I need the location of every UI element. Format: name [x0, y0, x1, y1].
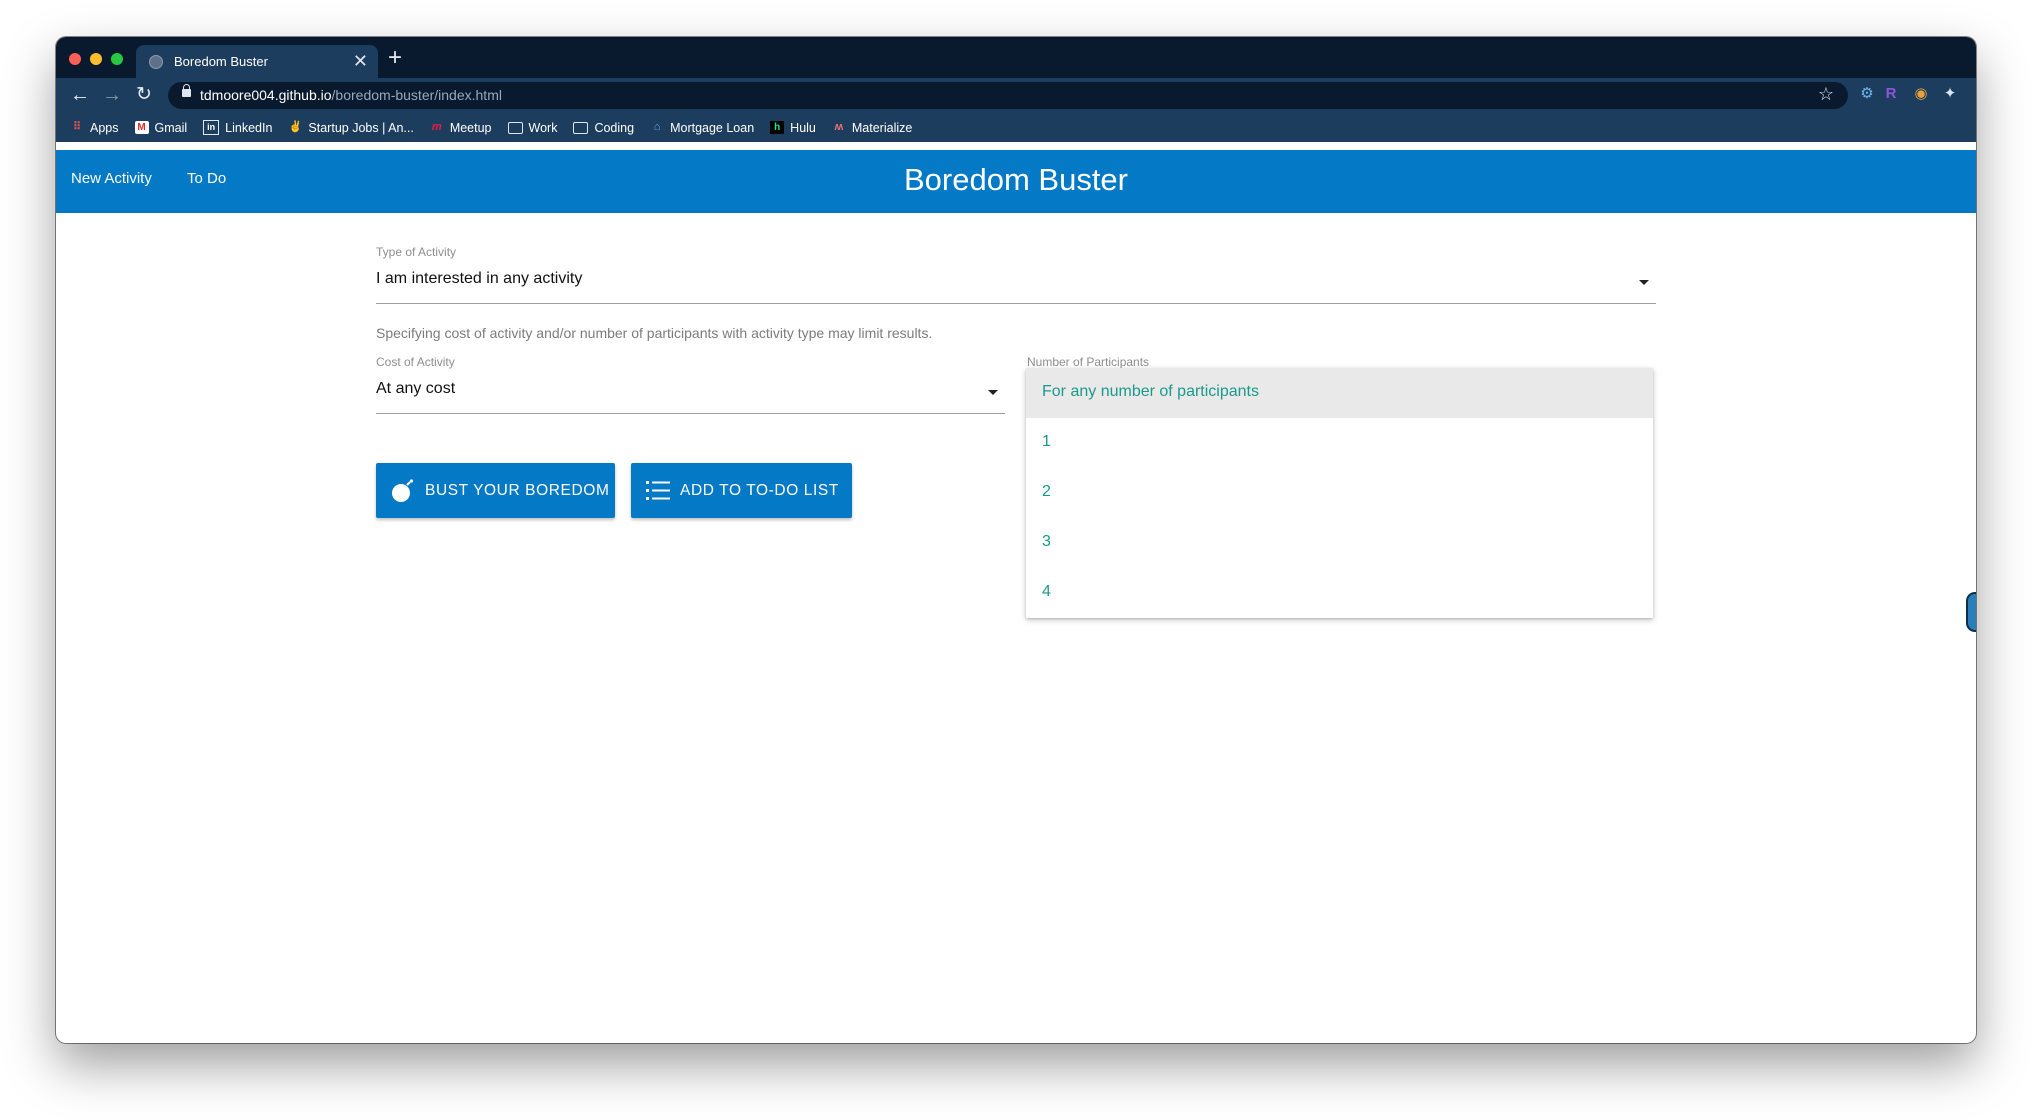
- folder-icon: [573, 121, 589, 134]
- brand-logo[interactable]: Boredom Buster: [56, 162, 1976, 198]
- bookmark-linkedin[interactable]: in LinkedIn: [203, 120, 272, 135]
- back-arrow-icon[interactable]: ←: [66, 81, 94, 109]
- bookmark-label: LinkedIn: [225, 120, 273, 135]
- bookmark-work[interactable]: Work: [507, 120, 558, 135]
- bookmark-mortgage-loan[interactable]: ⌂ Mortgage Loan: [650, 121, 754, 135]
- bookmark-label: Apps: [90, 120, 119, 135]
- bomb-icon: [390, 478, 416, 504]
- lock-icon: [182, 84, 191, 97]
- participants-option-any[interactable]: For any number of participants: [1026, 368, 1653, 418]
- browser-window: Boredom Buster ✕ + ← → ↻ tdmoore004.gith…: [56, 37, 1976, 1043]
- bookmark-startup-jobs[interactable]: ✌ Startup Jobs | An...: [288, 120, 414, 135]
- apps-grid-icon: ⠿: [72, 121, 82, 133]
- bookmark-label: Mortgage Loan: [670, 120, 755, 135]
- extensions-puzzle-icon[interactable]: ✦: [1939, 83, 1961, 105]
- bookmark-label: Coding: [594, 120, 635, 135]
- bookmark-materialize[interactable]: ʍ Materialize: [832, 120, 913, 135]
- bust-your-boredom-button[interactable]: BUST YOUR BOREDOM: [376, 463, 615, 518]
- cost-of-activity-underline: [376, 413, 1005, 414]
- number-of-participants-dropdown: For any number of participants 1 2 3 4: [1026, 368, 1653, 618]
- bookmark-label: Work: [528, 120, 558, 135]
- bookmark-label: Meetup: [449, 120, 492, 135]
- cost-of-activity-select[interactable]: At any cost: [376, 373, 1005, 413]
- tab-title: Boredom Buster: [174, 54, 268, 69]
- app-navbar: New Activity To Do Boredom Buster: [56, 150, 1976, 213]
- add-to-todo-list-label: ADD TO TO-DO LIST: [680, 481, 839, 499]
- window-controls: [69, 53, 123, 65]
- caret-down-icon: [988, 390, 998, 395]
- type-of-activity-select[interactable]: I am interested in any activity: [376, 263, 1656, 303]
- url-host: tdmoore004.github.io: [200, 87, 332, 103]
- participants-option-1[interactable]: 1: [1026, 418, 1653, 468]
- side-drawer-handle[interactable]: [1966, 592, 1976, 632]
- materialize-icon: ʍ: [834, 121, 844, 133]
- reload-icon[interactable]: ↻: [130, 81, 158, 109]
- victory-hand-icon: ✌: [288, 121, 303, 133]
- cost-of-activity-value: At any cost: [376, 380, 456, 397]
- mortgage-icon: ⌂: [653, 121, 661, 133]
- cost-of-activity-label: Cost of Activity: [376, 355, 455, 369]
- browser-toolbar: ← → ↻ tdmoore004.github.io/boredom-buste…: [56, 78, 1976, 113]
- bookmark-label: Materialize: [851, 120, 913, 135]
- bookmark-label: Startup Jobs | An...: [308, 120, 414, 135]
- bookmarks-bar: ⠿ Apps M Gmail in LinkedIn ✌ Startup Job…: [56, 113, 1976, 142]
- bookmark-label: Gmail: [154, 120, 188, 135]
- bookmark-apps[interactable]: ⠿ Apps: [70, 121, 119, 135]
- tab-strip: Boredom Buster ✕ +: [56, 37, 1976, 78]
- type-of-activity-label: Type of Activity: [376, 245, 457, 259]
- hulu-icon: h: [770, 121, 785, 134]
- bookmark-label: Hulu: [790, 120, 816, 135]
- participants-option-2[interactable]: 2: [1026, 468, 1653, 518]
- folder-icon: [507, 121, 523, 134]
- add-to-todo-list-button[interactable]: ADD TO TO-DO LIST: [631, 463, 852, 518]
- bust-your-boredom-label: BUST YOUR BOREDOM: [425, 481, 610, 499]
- caret-down-icon: [1639, 280, 1649, 285]
- list-icon: [645, 478, 671, 504]
- extension-r-icon[interactable]: R: [1880, 83, 1902, 105]
- linkedin-icon: in: [203, 120, 220, 135]
- type-of-activity-value: I am interested in any activity: [376, 270, 583, 287]
- bookmark-coding[interactable]: Coding: [573, 121, 634, 135]
- bookmark-gmail[interactable]: M Gmail: [134, 120, 188, 135]
- forward-arrow-icon[interactable]: →: [98, 81, 126, 109]
- minimize-window-button[interactable]: [90, 53, 102, 65]
- url-path: /boredom-buster/index.html: [331, 87, 502, 103]
- url-text: tdmoore004.github.io/boredom-buster/inde…: [200, 87, 502, 103]
- gmail-icon: M: [134, 121, 149, 134]
- meetup-icon: m: [431, 121, 442, 133]
- participants-option-4[interactable]: 4: [1026, 568, 1653, 618]
- extension-icon[interactable]: ⚙: [1856, 83, 1878, 105]
- maximize-window-button[interactable]: [111, 53, 123, 65]
- bookmark-meetup[interactable]: m Meetup: [430, 121, 492, 135]
- browser-tab[interactable]: Boredom Buster ✕: [136, 45, 378, 78]
- bookmark-hulu[interactable]: h Hulu: [770, 121, 816, 135]
- bookmark-star-icon[interactable]: ☆: [1818, 84, 1834, 105]
- close-tab-icon[interactable]: ✕: [353, 51, 368, 71]
- participants-option-3[interactable]: 3: [1026, 518, 1653, 568]
- reading-list-icon[interactable]: ≡: [1969, 83, 1977, 105]
- globe-icon: [149, 55, 163, 69]
- close-window-button[interactable]: [69, 53, 81, 65]
- extension-face-icon[interactable]: ◉: [1910, 83, 1932, 105]
- number-of-participants-label: Number of Participants: [1027, 355, 1150, 369]
- address-bar[interactable]: tdmoore004.github.io/boredom-buster/inde…: [168, 82, 1848, 109]
- helper-text: Specifying cost of activity and/or numbe…: [376, 325, 933, 341]
- type-of-activity-underline: [376, 303, 1656, 304]
- new-tab-icon[interactable]: +: [388, 45, 402, 71]
